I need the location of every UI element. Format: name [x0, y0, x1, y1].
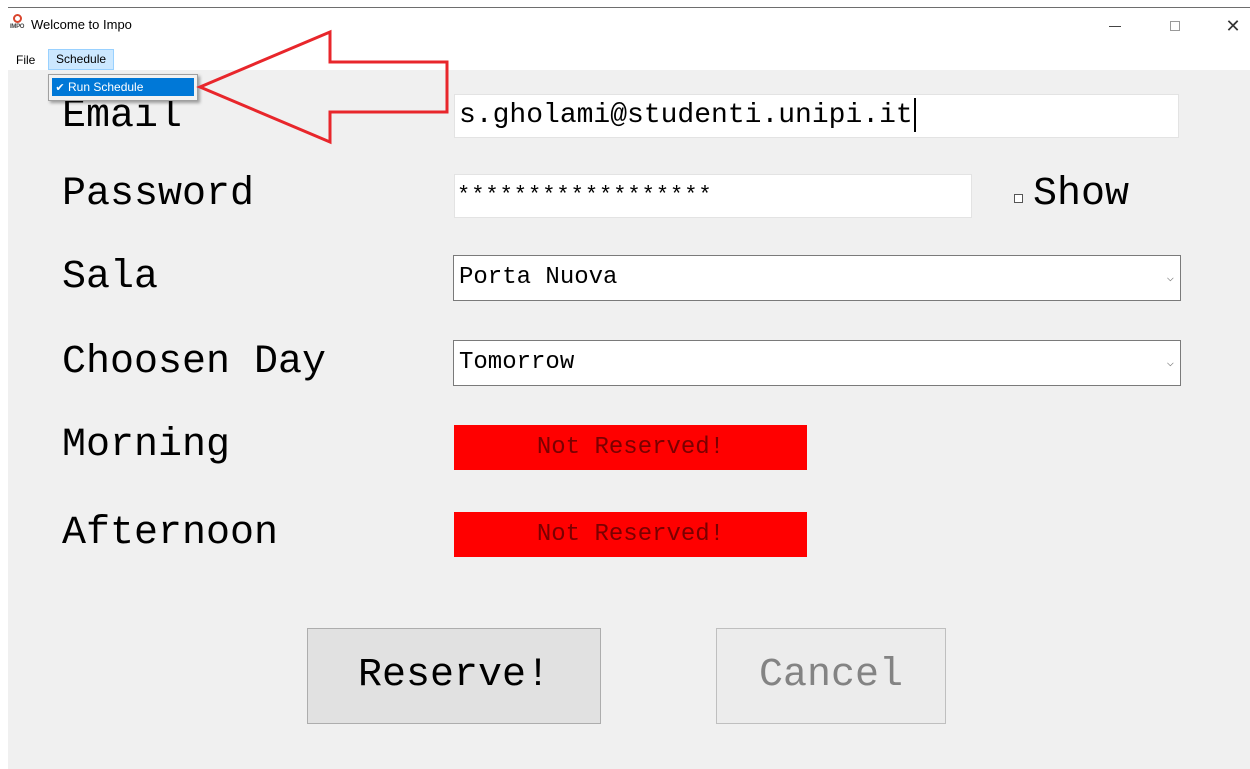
red-arrow-annotation	[196, 29, 449, 145]
title-bar: IMPO Welcome to Impo ✕	[0, 0, 1250, 46]
close-icon: ✕	[1225, 15, 1241, 36]
menu-schedule[interactable]: Schedule	[48, 49, 115, 70]
email-field[interactable]: s.gholami@studenti.unipi.it	[454, 94, 1179, 138]
morning-label: Morning	[62, 423, 231, 468]
app-icon-mark	[13, 14, 22, 23]
sala-label: Sala	[62, 255, 159, 300]
cancel-button[interactable]: Cancel	[716, 628, 946, 724]
afternoon-status: Not Reserved!	[454, 512, 807, 557]
sala-select[interactable]: Porta Nuova ⌵	[453, 255, 1181, 301]
chosen-day-value: Tomorrow	[459, 349, 575, 376]
checkmark-icon: ✔	[55, 81, 65, 94]
morning-status: Not Reserved!	[454, 425, 807, 470]
maximize-button[interactable]	[1161, 14, 1189, 38]
minimize-icon	[1109, 25, 1121, 27]
chosen-day-select[interactable]: Tomorrow ⌵	[453, 340, 1181, 386]
email-label: Email	[62, 94, 183, 139]
password-label: Password	[62, 172, 255, 217]
reserve-button[interactable]: Reserve!	[307, 628, 601, 724]
window-border	[8, 7, 1250, 8]
menu-bar: File Schedule	[0, 48, 1250, 70]
menu-item-run-schedule[interactable]: ✔ Run Schedule	[52, 78, 194, 96]
window-title: Welcome to Impo	[31, 17, 132, 32]
chosen-day-label: Choosen Day	[62, 340, 327, 385]
text-caret	[913, 97, 916, 132]
minimize-button[interactable]	[1101, 14, 1129, 38]
impo-app-icon: IMPO	[10, 13, 26, 33]
chevron-down-icon[interactable]: ⌵	[1167, 341, 1174, 385]
afternoon-label: Afternoon	[62, 511, 279, 556]
app-icon-text: IMPO	[10, 24, 25, 30]
maximize-icon	[1170, 21, 1180, 31]
password-field[interactable]: ******************	[454, 174, 972, 218]
show-password-label[interactable]: Show	[1033, 175, 1129, 215]
close-button[interactable]: ✕	[1219, 14, 1247, 38]
chevron-down-icon[interactable]: ⌵	[1167, 256, 1174, 300]
show-password-checkbox[interactable]	[1014, 194, 1023, 203]
email-value: s.gholami@studenti.unipi.it	[459, 100, 913, 131]
menu-file[interactable]: File	[12, 51, 39, 69]
menu-item-label: Run Schedule	[68, 80, 144, 94]
schedule-dropdown-menu: ✔ Run Schedule	[48, 74, 198, 101]
sala-value: Porta Nuova	[459, 264, 618, 291]
